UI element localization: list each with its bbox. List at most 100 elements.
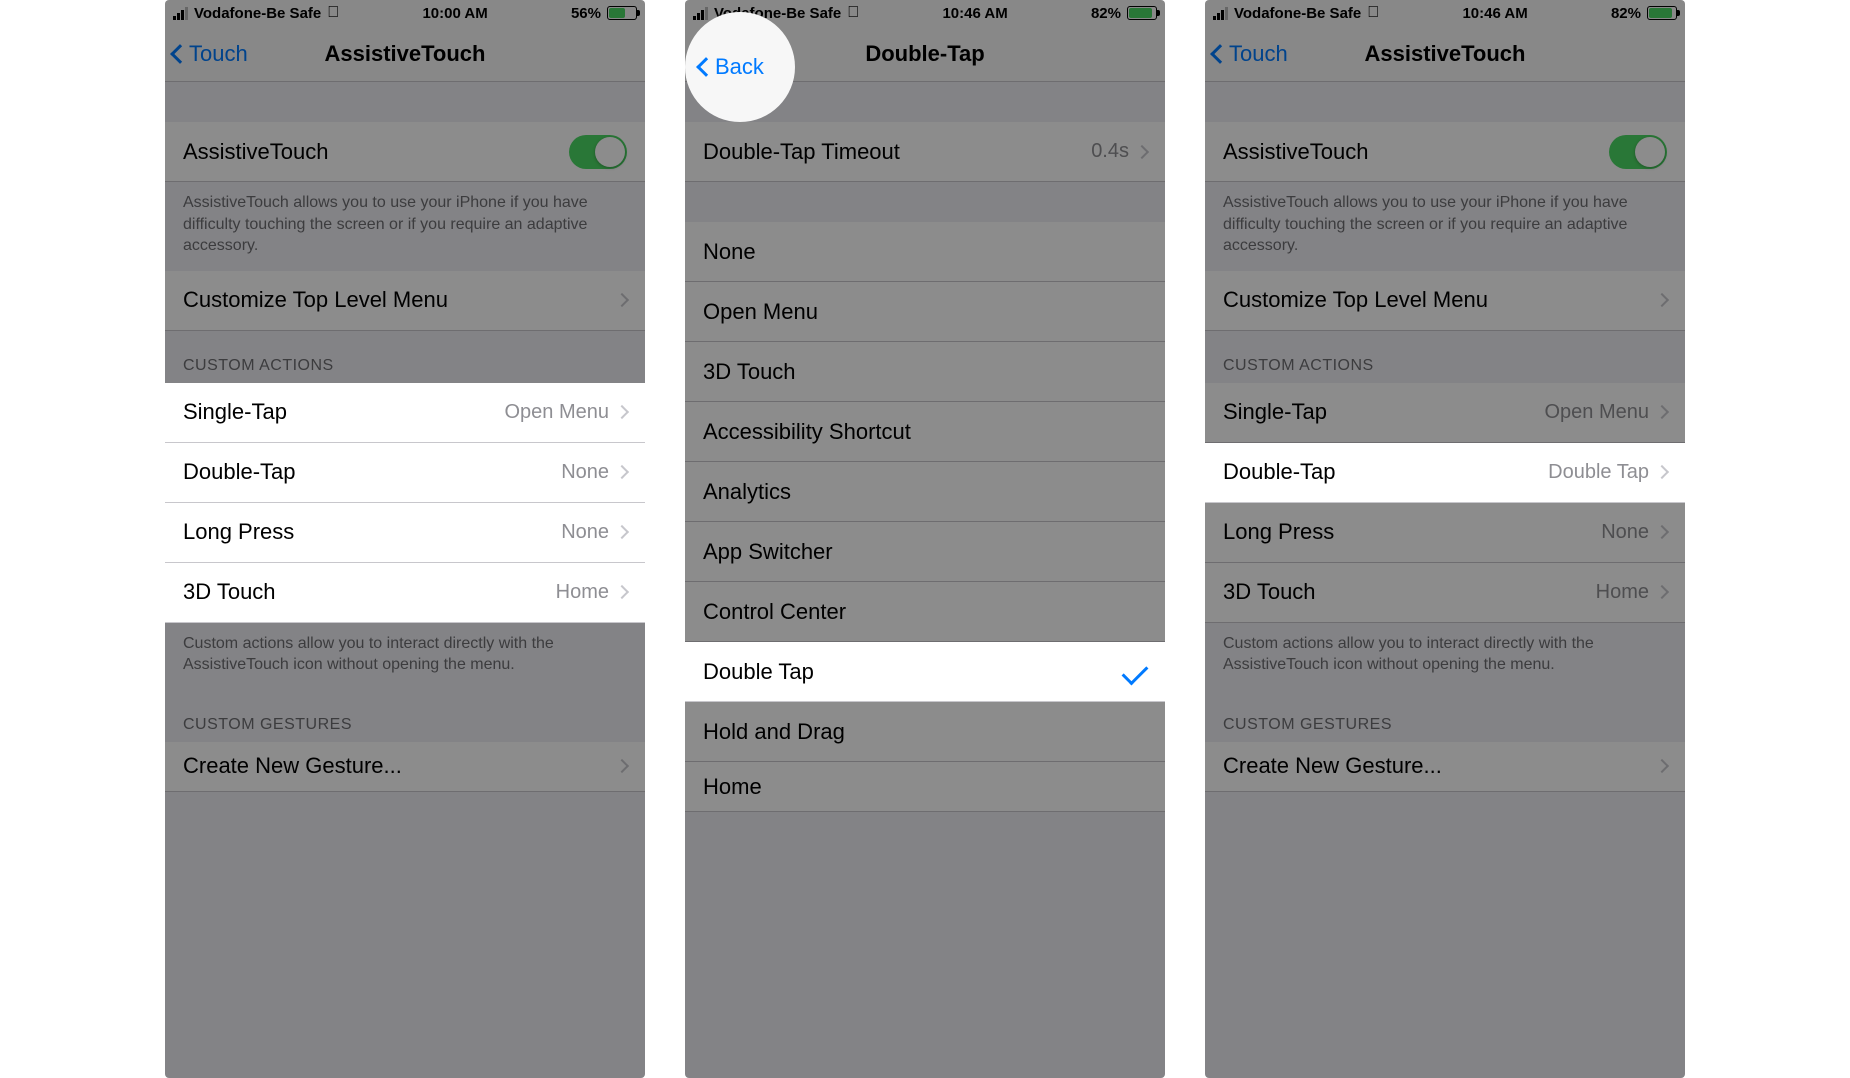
cell-label: Long Press [1223,519,1334,545]
long-press-row[interactable]: Long Press None [165,503,645,563]
chevron-right-icon [1655,465,1669,479]
double-tap-row[interactable]: Double-Tap None [165,443,645,503]
customize-menu-row[interactable]: Customize Top Level Menu [165,271,645,331]
chevron-right-icon [615,293,629,307]
signal-icon [1213,7,1228,20]
cell-label: Create New Gesture... [183,753,402,779]
chevron-right-icon [615,405,629,419]
carrier-label: Vodafone-Be Safe [1234,5,1361,22]
option-analytics[interactable]: Analytics [685,462,1165,522]
chevron-left-icon [696,57,716,77]
cell-label: 3D Touch [1223,579,1316,605]
3d-touch-row[interactable]: 3D Touch Home [165,563,645,623]
cell-label: Double-Tap Timeout [703,139,900,165]
option-3d-touch[interactable]: 3D Touch [685,342,1165,402]
cell-value: Open Menu [1544,401,1649,424]
chevron-left-icon [170,44,190,64]
back-button[interactable]: Back [699,54,764,80]
back-button[interactable]: Touch [173,26,248,81]
back-label: Touch [189,41,248,67]
status-bar: Vodafone-Be Safe 􀙇 10:00 AM 56% [165,0,645,26]
cell-label: App Switcher [703,539,833,565]
actions-footer: Custom actions allow you to interact dir… [165,623,645,690]
custom-gestures-header: CUSTOM GESTURES [165,690,645,742]
option-none[interactable]: None [685,222,1165,282]
cell-label: Analytics [703,479,791,505]
option-open-menu[interactable]: Open Menu [685,282,1165,342]
double-tap-row[interactable]: Double-Tap Double Tap [1205,443,1685,503]
battery-icon [1127,6,1157,20]
cell-value: Open Menu [504,401,609,424]
battery-percent: 82% [1091,5,1121,22]
cell-label: None [703,239,756,265]
option-hold-and-drag[interactable]: Hold and Drag [685,702,1165,762]
back-label: Touch [1229,41,1288,67]
cell-label: Control Center [703,599,846,625]
wifi-icon: 􀙇 [1367,4,1379,22]
toggle-label: AssistiveTouch [183,139,329,165]
cell-label: Hold and Drag [703,719,845,745]
chevron-right-icon [1655,759,1669,773]
timeout-row[interactable]: Double-Tap Timeout 0.4s [685,122,1165,182]
cell-label: Accessibility Shortcut [703,419,911,445]
3d-touch-row[interactable]: 3D Touch Home [1205,563,1685,623]
battery-percent: 82% [1611,5,1641,22]
option-accessibility-shortcut[interactable]: Accessibility Shortcut [685,402,1165,462]
customize-menu-row[interactable]: Customize Top Level Menu [1205,271,1685,331]
chevron-right-icon [1655,585,1669,599]
assistivetouch-toggle-row[interactable]: AssistiveTouch [165,122,645,182]
cell-value: 0.4s [1091,140,1129,163]
toggle-switch[interactable] [569,135,627,169]
page-title: AssistiveTouch [1365,41,1526,67]
cell-value: Home [1596,581,1649,604]
option-app-switcher[interactable]: App Switcher [685,522,1165,582]
battery-icon [607,6,637,20]
page-title: Double-Tap [865,41,984,67]
toggle-footer: AssistiveTouch allows you to use your iP… [1205,182,1685,271]
chevron-right-icon [1135,144,1149,158]
back-label: Back [715,54,764,80]
custom-actions-header: CUSTOM ACTIONS [165,331,645,383]
wifi-icon: 􀙇 [847,4,859,22]
nav-bar: Touch AssistiveTouch [165,26,645,82]
create-gesture-row[interactable]: Create New Gesture... [165,742,645,792]
chevron-right-icon [615,465,629,479]
assistivetouch-toggle-row[interactable]: AssistiveTouch [1205,122,1685,182]
status-bar: Vodafone-Be Safe 􀙇 10:46 AM 82% [1205,0,1685,26]
option-double-tap[interactable]: Double Tap [685,642,1165,702]
chevron-right-icon [1655,293,1669,307]
toggle-label: AssistiveTouch [1223,139,1369,165]
clock: 10:46 AM [1462,5,1527,22]
page-title: AssistiveTouch [325,41,486,67]
chevron-right-icon [615,585,629,599]
screen-assistivetouch-after: Vodafone-Be Safe 􀙇 10:46 AM 82% Touch As… [1205,0,1685,1078]
carrier-label: Vodafone-Be Safe [194,5,321,22]
single-tap-row[interactable]: Single-Tap Open Menu [1205,383,1685,443]
chevron-right-icon [1655,525,1669,539]
toggle-switch[interactable] [1609,135,1667,169]
cell-value: Double Tap [1548,461,1649,484]
cell-value: Home [556,581,609,604]
cell-label: Double Tap [703,659,814,685]
back-button[interactable]: Touch [1213,26,1288,81]
chevron-right-icon [615,759,629,773]
cell-label: Double-Tap [1223,459,1336,485]
back-button-highlight: Back [685,12,795,122]
custom-actions-header: CUSTOM ACTIONS [1205,331,1685,383]
chevron-right-icon [615,525,629,539]
option-control-center[interactable]: Control Center [685,582,1165,642]
create-gesture-row[interactable]: Create New Gesture... [1205,742,1685,792]
cell-label: Long Press [183,519,294,545]
cell-label: 3D Touch [183,579,276,605]
cell-label: Single-Tap [1223,399,1327,425]
long-press-row[interactable]: Long Press None [1205,503,1685,563]
cell-label: Customize Top Level Menu [183,287,448,313]
signal-icon [693,7,708,20]
battery-percent: 56% [571,5,601,22]
chevron-left-icon [1210,44,1230,64]
cell-label: Create New Gesture... [1223,753,1442,779]
clock: 10:46 AM [942,5,1007,22]
option-home[interactable]: Home [685,762,1165,812]
screen-assistivetouch-before: Vodafone-Be Safe 􀙇 10:00 AM 56% Touch As… [165,0,645,1078]
single-tap-row[interactable]: Single-Tap Open Menu [165,383,645,443]
